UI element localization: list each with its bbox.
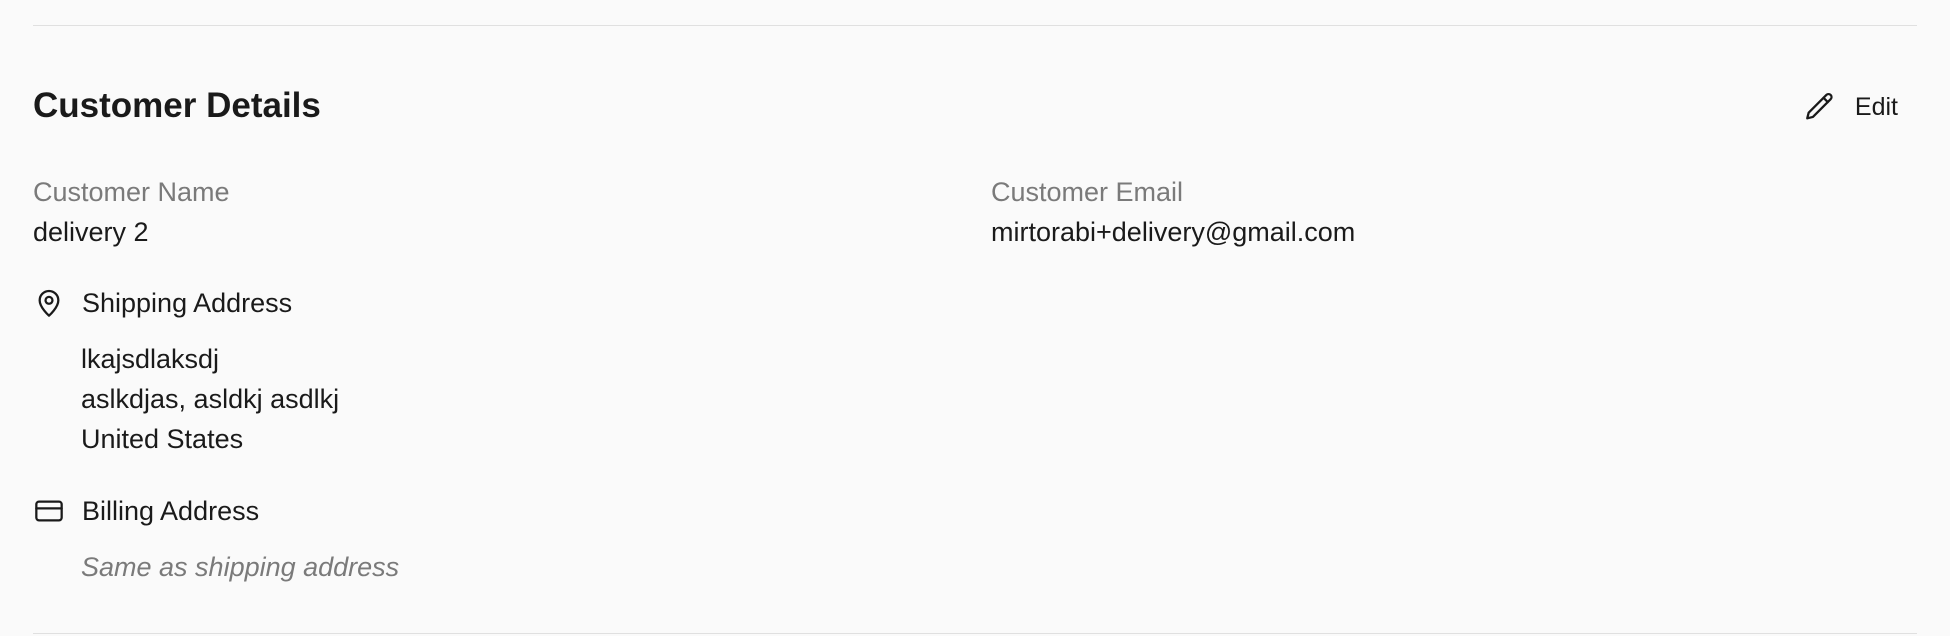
customer-email-value: mirtorabi+delivery@gmail.com <box>991 217 1356 247</box>
shipping-address-line: United States <box>81 424 244 454</box>
billing-address-title: Billing Address <box>82 496 260 526</box>
customer-email-label: Customer Email <box>991 177 1184 207</box>
section-title: Customer Details <box>33 86 321 125</box>
top-divider <box>33 25 1917 26</box>
shipping-address-lines: lkajsdlaksdj aslkdjas, asldkj asdlkj Uni… <box>81 339 339 459</box>
credit-card-icon <box>33 495 65 527</box>
shipping-address-line: aslkdjas, asldkj asdlkj <box>81 384 340 414</box>
edit-button[interactable]: Edit <box>1803 85 1898 129</box>
pencil-icon <box>1803 90 1837 124</box>
billing-address-heading: Billing Address <box>33 494 259 528</box>
shipping-address-line: lkajsdlaksdj <box>81 344 220 374</box>
shipping-address-heading: Shipping Address <box>33 286 292 320</box>
map-pin-icon <box>33 287 65 319</box>
billing-address-note: Same as shipping address <box>81 552 400 582</box>
customer-details-panel: Customer Details Edit Customer Name deli… <box>0 0 1950 636</box>
shipping-address-title: Shipping Address <box>82 288 293 318</box>
edit-label: Edit <box>1854 92 1898 121</box>
customer-name-value: delivery 2 <box>33 217 149 247</box>
bottom-divider <box>33 633 1917 634</box>
customer-name-label: Customer Name <box>33 177 230 207</box>
